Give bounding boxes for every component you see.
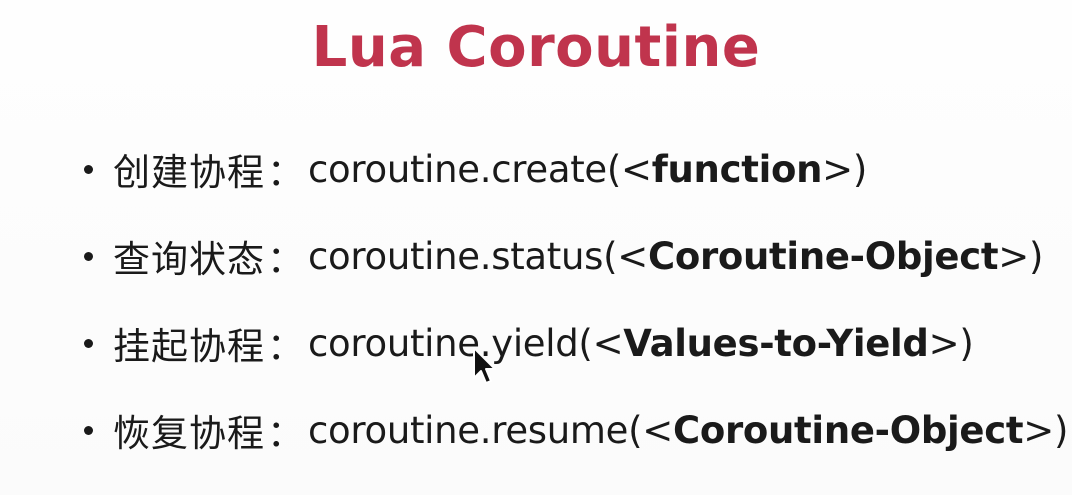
code-argument: Values-to-Yield (623, 321, 929, 365)
bullet-item-status: 查询状态 ： coroutine.status(< Coroutine-Objec… (78, 227, 1068, 285)
bullet-dot-icon (84, 338, 93, 348)
code-prefix: coroutine.status(< (308, 234, 648, 278)
bullet-label: 创建协程 (113, 151, 265, 194)
slide: Lua Coroutine 创建协程 ： coroutine.create(< f… (0, 0, 1072, 495)
bullet-dot-icon (84, 425, 93, 435)
code-argument: Coroutine-Object (647, 234, 999, 278)
bullet-item-create: 创建协程 ： coroutine.create(< function >) (78, 140, 1068, 198)
bullet-item-yield: 挂起协程 ： coroutine.yield(< Values-to-Yield >… (78, 314, 1068, 372)
slide-title: Lua Coroutine (311, 15, 761, 80)
bullet-separator: ： (267, 238, 304, 281)
code-prefix: coroutine.yield(< (308, 321, 624, 365)
bullet-separator: ： (267, 151, 304, 194)
bullet-dot-icon (84, 251, 93, 261)
bullet-label: 查询状态 (113, 238, 265, 281)
code-suffix: >) (998, 234, 1044, 278)
bullet-separator: ： (267, 412, 304, 455)
bullet-separator: ： (267, 325, 304, 368)
code-argument: function (651, 147, 823, 191)
bullet-dot-icon (84, 164, 93, 174)
code-suffix: >) (822, 147, 868, 191)
code-prefix: coroutine.create(< (308, 147, 652, 191)
bullet-item-resume: 恢复协程 ： coroutine.resume(< Coroutine-Objec… (78, 401, 1068, 459)
bullet-list: 创建协程 ： coroutine.create(< function >) 查询状态… (78, 140, 1068, 488)
code-prefix: coroutine.resume(< (308, 408, 673, 452)
mouse-pointer-icon (473, 347, 496, 384)
code-suffix: >) (928, 321, 974, 365)
bullet-label: 挂起协程 (113, 325, 265, 368)
bullet-label: 恢复协程 (113, 412, 265, 455)
code-suffix: >) (1023, 408, 1069, 452)
code-argument: Coroutine-Object (672, 408, 1024, 452)
